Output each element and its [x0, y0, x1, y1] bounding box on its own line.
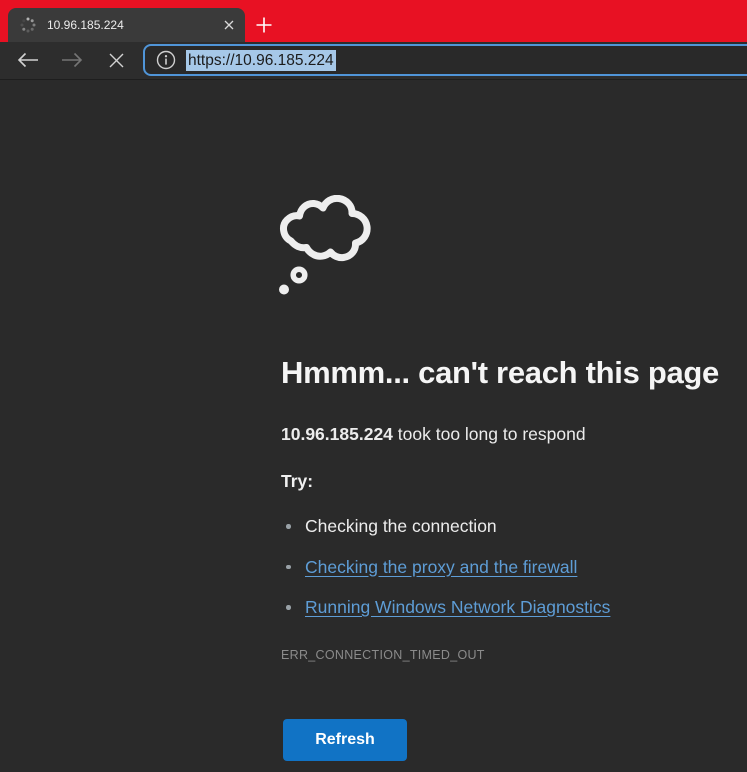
- suggestion-item: Checking the connection: [281, 517, 610, 536]
- thought-cloud-icon: [277, 195, 377, 301]
- suggestion-list: Checking the connection Checking the pro…: [281, 517, 610, 639]
- tab-strip: 10.96.185.224: [0, 0, 747, 42]
- url-input[interactable]: https://10.96.185.224: [186, 50, 336, 71]
- new-tab-button[interactable]: [253, 14, 274, 35]
- suggestion-item: Checking the proxy and the firewall: [281, 558, 610, 577]
- network-diagnostics-link[interactable]: Running Windows Network Diagnostics: [305, 597, 610, 617]
- suggestion-item: Running Windows Network Diagnostics: [281, 598, 610, 617]
- tab-title: 10.96.185.224: [47, 18, 219, 32]
- error-subtitle: 10.96.185.224 took too long to respond: [281, 424, 586, 445]
- site-info-icon[interactable]: [156, 50, 176, 70]
- proxy-firewall-link[interactable]: Checking the proxy and the firewall: [305, 557, 577, 577]
- tab-close-icon[interactable]: [219, 15, 239, 35]
- error-title: Hmmm... can't reach this page: [281, 355, 719, 391]
- refresh-button[interactable]: Refresh: [283, 719, 407, 761]
- error-page: Hmmm... can't reach this page 10.96.185.…: [0, 81, 747, 772]
- browser-tab[interactable]: 10.96.185.224: [8, 8, 245, 42]
- error-code: ERR_CONNECTION_TIMED_OUT: [281, 648, 485, 662]
- address-bar[interactable]: https://10.96.185.224: [143, 44, 747, 76]
- suggestion-text: Checking the connection: [305, 516, 497, 536]
- forward-button[interactable]: [56, 44, 88, 76]
- try-label: Try:: [281, 471, 313, 492]
- stop-button[interactable]: [100, 44, 132, 76]
- loading-spinner-icon: [20, 17, 36, 33]
- back-button[interactable]: [12, 44, 44, 76]
- error-host: 10.96.185.224: [281, 424, 393, 444]
- browser-toolbar: https://10.96.185.224: [0, 42, 747, 80]
- error-subtitle-text: took too long to respond: [393, 424, 586, 444]
